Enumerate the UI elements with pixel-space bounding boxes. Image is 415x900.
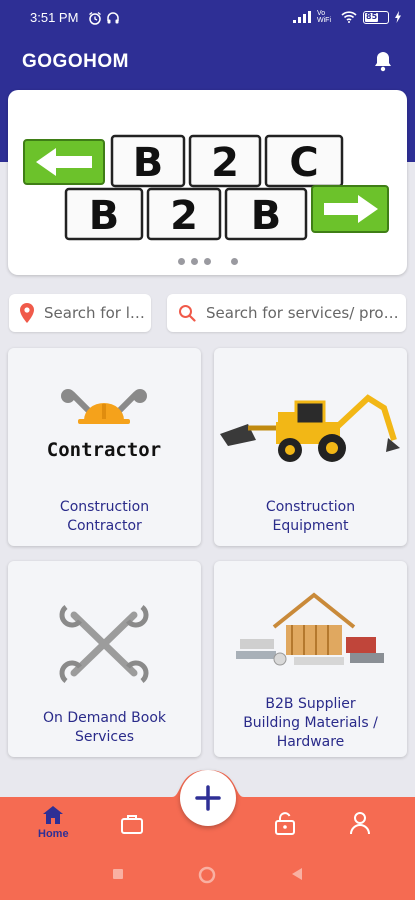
carousel-dot[interactable] [190, 258, 198, 265]
contractor-logo-text: Contractor [47, 439, 161, 461]
nav-item-lock[interactable] [273, 811, 297, 835]
nav-item-orders[interactable] [120, 814, 144, 834]
carousel-dots [8, 258, 407, 265]
location-search-input[interactable] [44, 304, 151, 322]
category-card-construction-equipment[interactable]: Construction Equipment [214, 348, 407, 546]
home-icon [43, 806, 64, 824]
carousel-dot-active[interactable] [230, 258, 238, 265]
backhoe-loader-image [220, 394, 400, 462]
nav-item-home[interactable]: Home [38, 806, 69, 840]
building-materials-image [236, 592, 384, 666]
tile-b2: B [89, 193, 120, 239]
tile-2b: 2 [170, 193, 198, 239]
headset-icon [107, 12, 119, 24]
contractor-logo: Contractor [47, 389, 161, 461]
tile-b3: B [251, 193, 282, 239]
nav-item-profile[interactable] [349, 811, 371, 835]
services-search-input[interactable] [206, 304, 406, 322]
nav-label-home: Home [38, 828, 69, 840]
category-label: B2B Supplier Building Materials / Hardwa… [243, 696, 378, 750]
carousel-dot[interactable] [203, 258, 211, 265]
status-time: 3:51 PM [30, 10, 79, 25]
battery-level: 85 [365, 11, 379, 22]
back-button-icon[interactable] [290, 867, 304, 881]
home-button-icon[interactable] [198, 866, 216, 884]
category-card-construction-contractor[interactable]: Contractor Construction Contractor [8, 348, 201, 546]
alarm-icon [89, 11, 101, 25]
category-card-b2b-supplier[interactable]: B2B Supplier Building Materials / Hardwa… [214, 561, 407, 757]
category-label: On Demand Book Services [42, 710, 166, 745]
network-label: Vo WiFi [317, 10, 331, 24]
tile-b: B [133, 140, 164, 186]
add-fab-button[interactable] [180, 770, 236, 826]
carousel-dot[interactable] [177, 258, 185, 265]
app-bar: GOGOHOM [0, 36, 415, 90]
status-bar: 3:51 PM Vo WiFi 85 [0, 0, 415, 36]
category-card-on-demand-services[interactable]: On Demand Book Services [8, 561, 201, 757]
plus-icon [195, 785, 221, 811]
location-pin-icon [20, 303, 34, 323]
unlock-icon [275, 812, 295, 835]
tile-2: 2 [211, 140, 239, 186]
battery-icon: 85 [363, 10, 389, 24]
wifi-icon [341, 11, 357, 23]
promo-banner[interactable]: B 2 C B 2 B [8, 90, 407, 275]
category-label: Construction Contractor [59, 499, 150, 534]
services-search[interactable] [167, 294, 406, 332]
user-icon [350, 812, 370, 835]
notification-bell-icon[interactable] [373, 50, 393, 72]
category-label: Construction Equipment [265, 499, 356, 534]
briefcase-icon [121, 815, 143, 834]
location-search[interactable] [9, 294, 151, 332]
charging-icon [395, 11, 401, 23]
b2c-b2b-banner-image: B 2 C B 2 B [23, 134, 389, 241]
tile-c: C [289, 140, 318, 186]
signal-icon [293, 11, 311, 23]
search-icon [179, 305, 196, 322]
wrenches-icon [59, 605, 149, 683]
app-title: GOGOHOM [22, 51, 129, 72]
recents-button-icon[interactable] [112, 868, 124, 880]
